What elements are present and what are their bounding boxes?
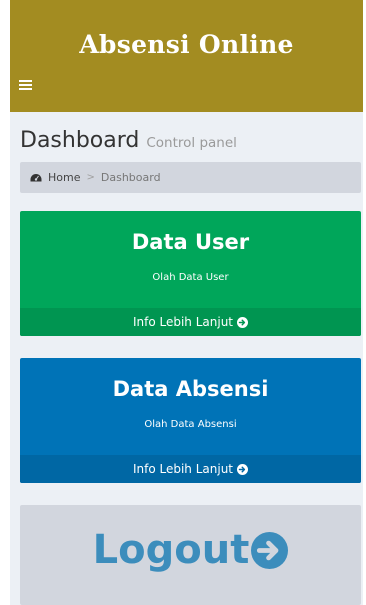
data-user-more-info-label: Info Lebih Lanjut bbox=[132, 315, 234, 329]
page-subtitle: Control panel bbox=[146, 135, 237, 151]
circle-arrow-right-icon bbox=[237, 463, 249, 475]
data-user-description: Olah Data User bbox=[152, 272, 229, 283]
top-header: Absensi Online bbox=[10, 0, 363, 112]
dashboard-icon bbox=[30, 173, 42, 181]
data-absensi-box: Data Absensi Olah Data Absensi Info Lebi… bbox=[20, 358, 361, 483]
data-absensi-more-info-link[interactable]: Info Lebih Lanjut bbox=[20, 455, 361, 483]
content-header: Dashboard Control panel bbox=[20, 128, 363, 153]
data-absensi-box-body: Data Absensi Olah Data Absensi bbox=[20, 358, 361, 455]
logout-label: Logout bbox=[92, 527, 250, 573]
breadcrumb-home-link[interactable]: Home bbox=[30, 171, 80, 184]
logout-content: Logout bbox=[93, 527, 289, 573]
breadcrumb-separator: > bbox=[86, 172, 95, 183]
menu-toggle-icon[interactable] bbox=[19, 80, 32, 91]
circle-arrow-right-icon bbox=[251, 531, 289, 569]
logout-button[interactable]: Logout bbox=[20, 505, 361, 605]
app-frame: Absensi Online Dashboard Control panel Ho… bbox=[10, 0, 363, 605]
data-user-box-body: Data User Olah Data User bbox=[20, 211, 361, 308]
breadcrumb: Home > Dashboard bbox=[20, 162, 361, 193]
data-absensi-title: Data Absensi bbox=[112, 377, 269, 401]
app-title: Absensi Online bbox=[79, 30, 294, 59]
data-user-title: Data User bbox=[131, 230, 250, 254]
breadcrumb-home-label: Home bbox=[48, 171, 81, 184]
data-user-more-info-link[interactable]: Info Lebih Lanjut bbox=[20, 308, 361, 336]
page-title: Dashboard bbox=[20, 128, 140, 153]
circle-arrow-right-icon bbox=[237, 316, 249, 328]
data-user-box: Data User Olah Data User Info Lebih Lanj… bbox=[20, 211, 361, 336]
data-absensi-description: Olah Data Absensi bbox=[144, 419, 237, 430]
data-absensi-more-info-label: Info Lebih Lanjut bbox=[132, 462, 234, 476]
breadcrumb-current: Dashboard bbox=[100, 171, 161, 184]
